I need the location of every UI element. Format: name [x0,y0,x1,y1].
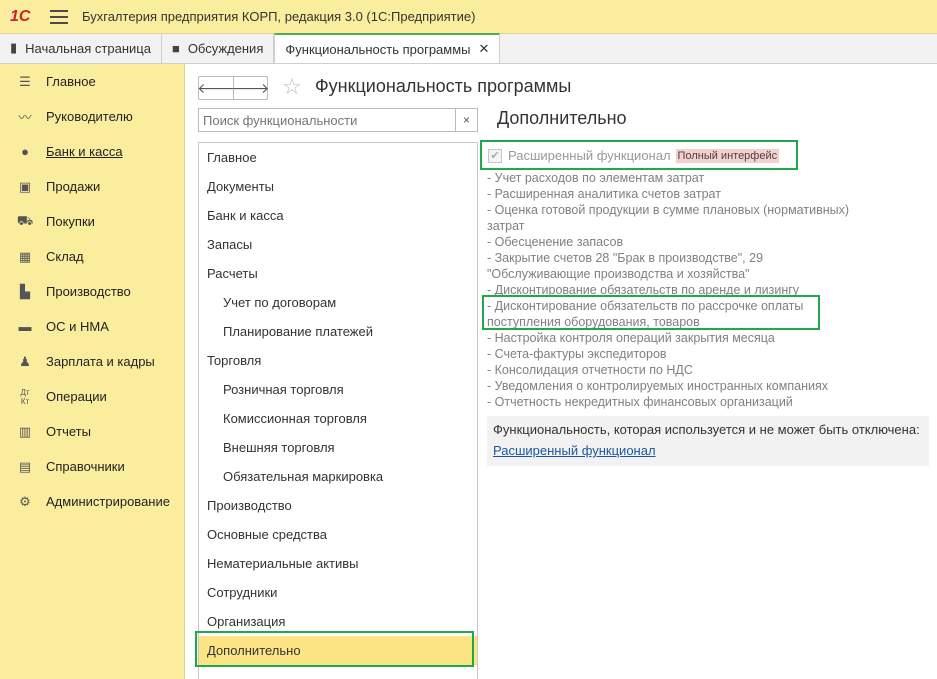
feature-line: "Обслуживающие производства и хозяйства" [487,267,750,281]
feature-line: - Дисконтирование обязательств по рассро… [487,299,804,313]
trend-icon: 〰 [18,110,32,125]
clear-search-button[interactable]: × [455,109,477,131]
list-item[interactable]: Организация [199,607,477,636]
tab-discussions[interactable]: ■ Обсуждения [162,33,275,63]
list-item[interactable]: Торговля [199,346,477,375]
bag-icon: ▣ [18,178,32,194]
sidebar-item-reports[interactable]: ▥ Отчеты [0,414,184,449]
sidebar-item-assets[interactable]: ▬ ОС и НМА [0,309,184,344]
menu-lines-icon: ☰ [19,73,31,89]
list-item[interactable]: Главное [199,143,477,172]
list-item[interactable]: Планирование платежей [199,317,477,346]
tab-label: Обсуждения [187,40,264,56]
sidebar-item-operations[interactable]: Дт Кт Операции [0,379,184,414]
info-panel: Функциональность, которая используется и… [487,416,929,466]
feature-line: - Консолидация отчетности по НДС [487,363,693,377]
list-item[interactable]: Комиссионная торговля [199,404,477,433]
list-item[interactable]: Основные средства [199,520,477,549]
feature-line: - Счета-фактуры экспедиторов [487,347,667,361]
list-item[interactable]: Обязательная маркировка [199,462,477,491]
sidebar: ☰ Главное 〰 Руководителю ● Банк и касса ▣ Пр… [0,64,185,679]
feature-line: затрат [487,219,525,233]
extended-functionality-link[interactable]: Расширенный функционал [493,443,656,458]
warehouse-icon: ▦ [18,248,32,264]
status-badge: Полный интерфейс [675,148,780,163]
factory-icon: ▙ [20,283,30,299]
tab-functionality[interactable]: Функциональность программы ✕ [274,33,501,63]
section-title: Дополнительно [497,108,627,128]
tabs-bar: ▮ Начальная страница ■ Обсуждения Функци… [0,33,937,64]
sidebar-item-manager[interactable]: 〰 Руководителю [0,99,184,134]
sections-list: Главное Документы Банк и касса Запасы Ра… [198,142,478,679]
extended-functionality-option: ✔ Расширенный функционал Полный интерфей… [488,148,780,163]
feature-line: - Расширенная аналитика счетов затрат [487,187,721,201]
page-title: Функциональность программы [315,76,572,96]
sidebar-item-salary[interactable]: ♟ Зарплата и кадры [0,344,184,379]
feature-line: - Учет расходов по элементам затрат [487,171,705,185]
home-icon: ▮ [10,40,18,55]
features-list: - Учет расходов по элементам затрат - Ра… [487,170,927,410]
feature-line: поступления оборудования, товаров [487,315,700,329]
title-bar: 1С Бухгалтерия предприятия КОРП, редакци… [0,0,937,34]
main-content: 🡐 🡒 ☆ Функциональность программы × Главн… [186,64,937,679]
feature-line: - Уведомления о контролируемых иностранн… [487,379,828,393]
feature-line: - Обесценение запасов [487,235,624,249]
cart-icon: ⛟ [16,212,34,228]
extended-functionality-checkbox[interactable]: ✔ [488,148,502,163]
app-logo: 1С [10,7,31,25]
list-item[interactable]: Запасы [199,230,477,259]
list-item[interactable]: Учет по договорам [199,288,477,317]
sidebar-item-warehouse[interactable]: ▦ Склад [0,239,184,274]
sidebar-item-sales[interactable]: ▣ Продажи [0,169,184,204]
close-icon[interactable]: ✕ [479,41,490,57]
feature-line: - Оценка готовой продукции в сумме плано… [487,203,850,217]
search-box: × [198,108,478,132]
list-item[interactable]: Производство [199,491,477,520]
nav-buttons: 🡐 🡒 [197,76,269,100]
book-icon: ▤ [18,458,32,474]
coin-icon: ● [21,144,29,159]
list-item[interactable]: Внешняя торговля [199,433,477,462]
sidebar-item-purchases[interactable]: ⛟ Покупки [0,204,184,239]
feature-line: - Отчетность некредитных финансовых орга… [487,395,793,409]
truck-icon: ▬ [18,319,32,334]
list-item[interactable]: Банк и касса [199,201,477,230]
list-item[interactable]: Розничная торговля [199,375,477,404]
dt-kt-icon: Дт Кт [20,387,30,406]
feature-line: - Закрытие счетов 28 "Брак в производств… [487,251,764,265]
bar-chart-icon: ▥ [18,423,32,439]
person-icon: ♟ [19,353,31,369]
sidebar-item-admin[interactable]: ⚙ Администрирование [0,484,184,519]
tab-home[interactable]: ▮ Начальная страница [0,33,162,63]
sidebar-item-production[interactable]: ▙ Производство [0,274,184,309]
list-item[interactable]: Расчеты [199,259,477,288]
list-item-selected[interactable]: Дополнительно [199,636,477,665]
main-menu-icon[interactable] [50,9,68,24]
list-item[interactable]: Сотрудники [199,578,477,607]
tab-label: Начальная страница [25,40,151,56]
sidebar-item-catalogs[interactable]: ▤ Справочники [0,449,184,484]
sidebar-item-main[interactable]: ☰ Главное [0,64,184,99]
search-input[interactable] [199,109,455,131]
sidebar-item-bank[interactable]: ● Банк и касса [0,134,184,169]
forward-button[interactable]: 🡒 [232,77,269,99]
tab-label: Функциональность программы [285,41,471,57]
list-item[interactable]: Документы [199,172,477,201]
app-title: Бухгалтерия предприятия КОРП, редакция 3… [82,9,476,24]
feature-line: - Дисконтирование обязательств по аренде… [487,283,800,297]
info-text: Функциональность, которая используется и… [493,422,920,437]
feature-line: - Настройка контроля операций закрытия м… [487,331,775,345]
star-icon[interactable]: ☆ [282,74,302,100]
list-item[interactable]: Нематериальные активы [199,549,477,578]
checkbox-label: Расширенный функционал [508,148,671,163]
chat-icon: ■ [171,40,180,56]
gear-icon: ⚙ [19,493,31,509]
back-button[interactable]: 🡐 [197,77,235,99]
